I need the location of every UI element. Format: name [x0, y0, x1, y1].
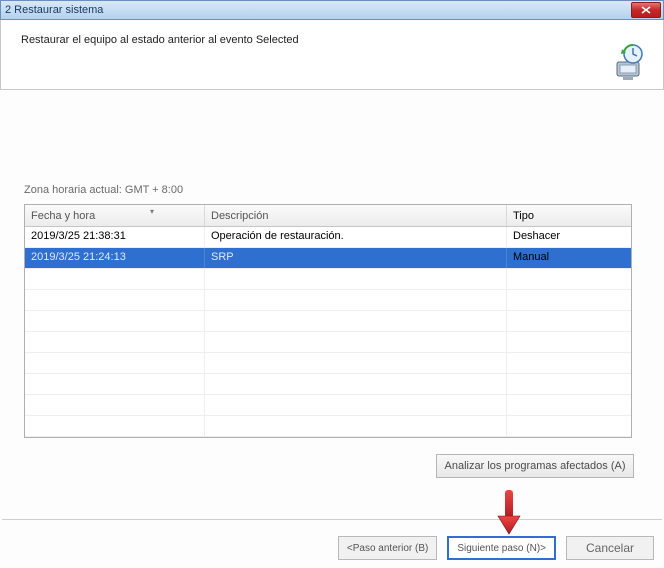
prev-step-button[interactable]: <Paso anterior (B): [338, 536, 437, 560]
header-panel: Restaurar el equipo al estado anterior a…: [0, 20, 664, 90]
cell-description: SRP: [205, 248, 507, 268]
table-row[interactable]: [25, 311, 631, 332]
cancel-button[interactable]: Cancelar: [566, 536, 654, 560]
table-row[interactable]: [25, 290, 631, 311]
timezone-label: Zona horaria actual: GMT + 8:00: [24, 184, 640, 196]
titlebar: 2 Restaurar sistema: [0, 0, 664, 20]
column-header-description[interactable]: Descripción: [205, 205, 507, 226]
column-header-type-label: Tipo: [513, 210, 534, 222]
table-row[interactable]: [25, 269, 631, 290]
cell-type: Manual: [507, 248, 629, 268]
table-body: 2019/3/25 21:38:31 Operación de restaura…: [25, 227, 631, 437]
cell-type: Deshacer: [507, 227, 629, 247]
analyze-affected-button[interactable]: Analizar los programas afectados (A): [436, 454, 634, 478]
cell-datetime: 2019/3/25 21:38:31: [25, 227, 205, 247]
window-title: 2 Restaurar sistema: [5, 4, 103, 16]
wizard-footer: <Paso anterior (B) Siguiente paso (N)> C…: [338, 536, 654, 560]
restore-point-table: Fecha y hora ▾ Descripción Tipo 2019/3/2…: [24, 204, 632, 438]
main-area: Zona horaria actual: GMT + 8:00 Fecha y …: [0, 90, 664, 478]
table-row[interactable]: 2019/3/25 21:38:31 Operación de restaura…: [25, 227, 631, 248]
table-row[interactable]: 2019/3/25 21:24:13 SRP Manual: [25, 248, 631, 269]
sort-indicator-icon: ▾: [150, 207, 154, 216]
close-button[interactable]: [631, 2, 661, 18]
system-restore-icon: [609, 42, 649, 82]
table-row[interactable]: [25, 353, 631, 374]
annotation-arrow-icon: [494, 488, 524, 536]
table-row[interactable]: [25, 395, 631, 416]
header-text: Restaurar el equipo al estado anterior a…: [21, 34, 643, 46]
table-row[interactable]: [25, 416, 631, 437]
table-header: Fecha y hora ▾ Descripción Tipo: [25, 205, 631, 227]
close-icon: [641, 6, 651, 14]
next-step-button[interactable]: Siguiente paso (N)>: [447, 536, 556, 560]
cell-datetime: 2019/3/25 21:24:13: [25, 248, 205, 268]
column-header-type[interactable]: Tipo: [507, 205, 629, 226]
column-header-datetime-label: Fecha y hora: [31, 210, 95, 222]
footer-divider: [2, 519, 662, 520]
column-header-datetime[interactable]: Fecha y hora ▾: [25, 205, 205, 226]
cell-description: Operación de restauración.: [205, 227, 507, 247]
table-row[interactable]: [25, 332, 631, 353]
table-row[interactable]: [25, 374, 631, 395]
column-header-description-label: Descripción: [211, 210, 268, 222]
